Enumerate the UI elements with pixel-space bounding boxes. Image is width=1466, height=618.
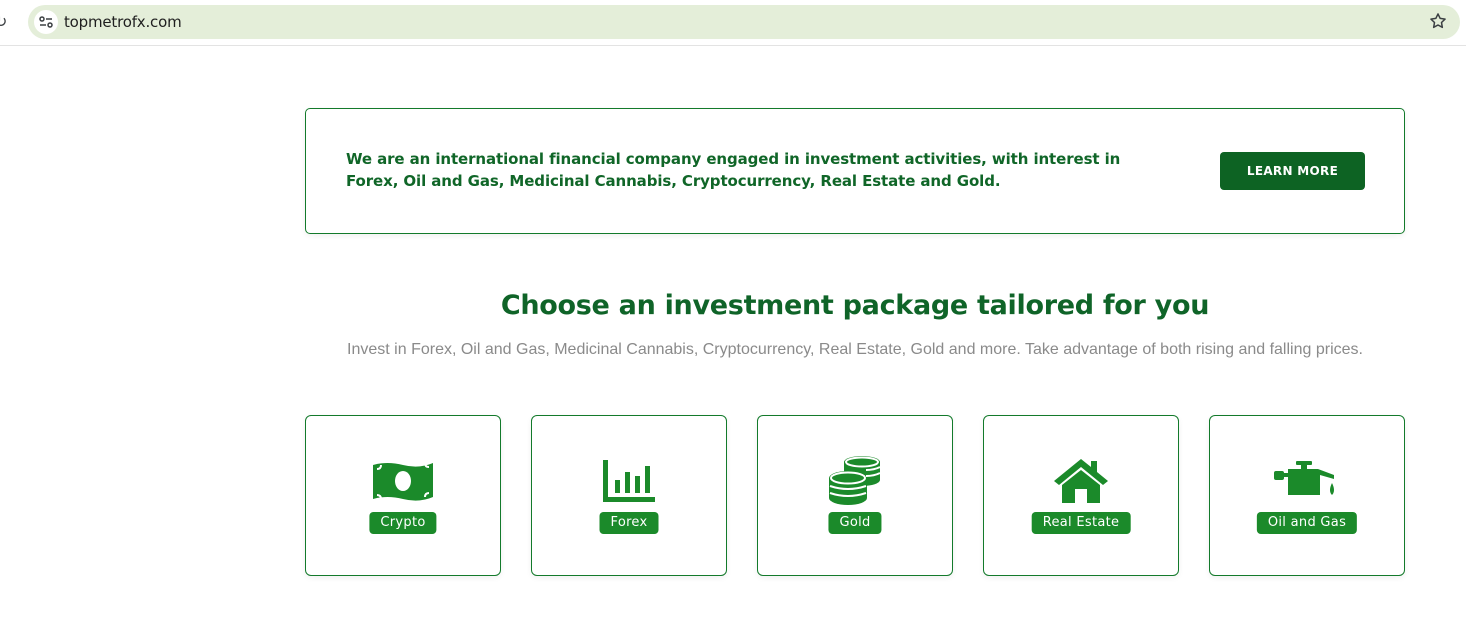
url-text[interactable]: topmetrofx.com xyxy=(64,13,182,31)
packages-subtitle: Invest in Forex, Oil and Gas, Medicinal … xyxy=(347,341,1363,358)
bar-chart-icon xyxy=(594,456,664,506)
address-bar[interactable]: topmetrofx.com xyxy=(28,5,1460,39)
package-card-real-estate[interactable]: Real Estate xyxy=(983,415,1179,576)
package-label-crypto: Crypto xyxy=(369,512,437,534)
site-info-icon[interactable] xyxy=(34,10,58,34)
learn-more-button[interactable]: LEARN MORE xyxy=(1220,152,1365,190)
browser-toolbar: ↻ topmetrofx.com xyxy=(0,0,1466,46)
package-label-gold: Gold xyxy=(828,512,882,534)
coins-icon xyxy=(820,456,890,506)
package-card-oil-and-gas[interactable]: Oil and Gas xyxy=(1209,415,1405,576)
reload-icon[interactable]: ↻ xyxy=(0,12,10,32)
bookmark-star-icon[interactable] xyxy=(1428,11,1448,31)
package-card-crypto[interactable]: Crypto xyxy=(305,415,501,576)
package-label-forex: Forex xyxy=(599,512,659,534)
packages-title: Choose an investment package tailored fo… xyxy=(500,290,1210,321)
package-card-forex[interactable]: Forex xyxy=(531,415,727,576)
package-cards: Crypto Forex Gold Real Estate Oil and Ga… xyxy=(305,415,1405,576)
package-label-real-estate: Real Estate xyxy=(1031,512,1131,534)
about-text: We are an international financial compan… xyxy=(346,150,1121,190)
package-label-oil-and-gas: Oil and Gas xyxy=(1256,512,1358,534)
oil-can-icon xyxy=(1272,456,1342,506)
about-banner: We are an international financial compan… xyxy=(305,108,1405,234)
package-card-gold[interactable]: Gold xyxy=(757,415,953,576)
money-bill-icon xyxy=(368,456,438,506)
house-icon xyxy=(1046,456,1116,506)
